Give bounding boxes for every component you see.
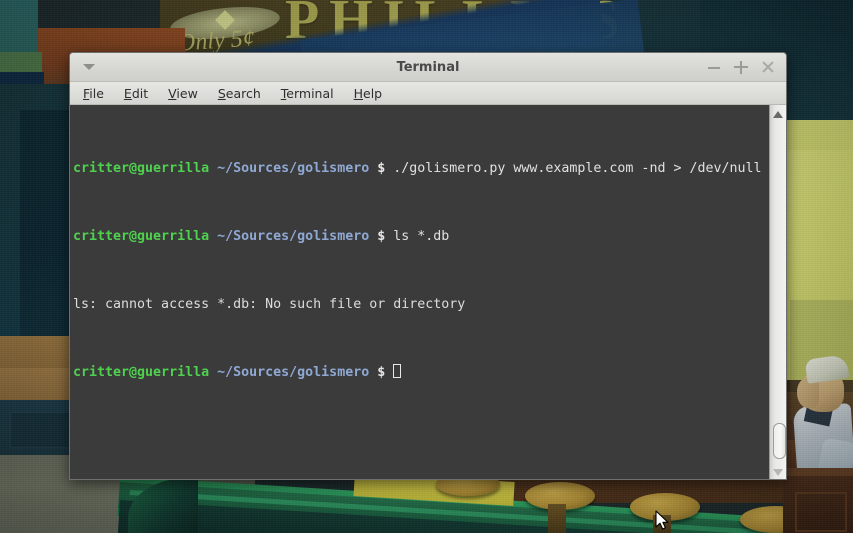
terminal-line: critter@guerrilla ~/Sources/golismero $ … [73,228,769,245]
menu-item-help[interactable]: Help [351,85,386,102]
scroll-thumb[interactable] [773,423,786,459]
terminal-line: critter@guerrilla ~/Sources/golismero $ [73,364,769,381]
window-title: Terminal [396,59,460,75]
menu-help-mnemonic: H [353,85,364,101]
scroll-down-arrow-icon[interactable] [773,469,783,476]
window-titlebar[interactable]: Terminal [70,53,786,82]
terminal-line: critter@guerrilla ~/Sources/golismero $ … [73,160,769,177]
menu-bar: File Edit View Search Terminal Help [70,82,786,105]
wallpaper-right-counter-panel [795,492,847,532]
menu-file-rest: ile [89,85,104,101]
menu-item-terminal[interactable]: Terminal [278,85,337,102]
maximize-icon[interactable] [733,59,749,75]
wallpaper-right-counter-top [783,468,853,476]
terminal-scrollbar[interactable] [769,105,786,479]
menu-item-file[interactable]: File [80,85,107,102]
menu-item-search[interactable]: Search [215,85,264,102]
menu-edit-mnemonic: E [123,85,132,101]
prompt-user-host: critter@guerrilla [73,229,210,244]
wallpaper-bar-stool-2-leg [653,515,671,533]
terminal-screen[interactable]: critter@guerrilla ~/Sources/golismero $ … [70,105,769,479]
terminal-command: ./golismero.py www.example.com -nd > /de… [393,161,762,176]
terminal-body: critter@guerrilla ~/Sources/golismero $ … [70,105,786,479]
menu-search-mnemonic: S [217,85,226,101]
chevron-down-icon [83,64,95,70]
menu-item-edit[interactable]: Edit [121,85,151,102]
terminal-line: ls: cannot access *.db: No such file or … [73,296,769,313]
scroll-up-arrow-icon[interactable] [773,111,783,118]
prompt-path: ~/Sources/golismero [217,365,370,380]
menu-help-rest: elp [363,85,383,101]
menu-terminal-rest: erminal [286,85,334,101]
terminal-output-text: ls: cannot access *.db: No such file or … [73,297,466,312]
terminal-command: ls *.db [393,229,450,244]
prompt-space3 [385,365,393,380]
terminal-window[interactable]: Terminal File Edit View Search Terminal … [69,52,787,480]
minimize-icon[interactable] [706,59,722,75]
prompt-path: ~/Sources/golismero [217,161,370,176]
menu-search-rest: earch [225,85,261,101]
wallpaper-left-teal-column [0,0,38,60]
prompt-user-host: critter@guerrilla [73,365,210,380]
prompt-user-host: critter@guerrilla [73,161,210,176]
menu-item-view[interactable]: View [165,85,201,102]
window-controls [706,59,786,75]
window-menu-button[interactable] [76,57,102,77]
wallpaper-bar-stool-1-leg [548,504,566,533]
prompt-path: ~/Sources/golismero [217,229,370,244]
terminal-text-cursor [393,364,402,378]
desktop: PHILLIES Only 5¢ [0,0,853,533]
menu-view-rest: iew [176,85,198,101]
close-icon[interactable] [760,59,776,75]
menu-edit-rest: dit [131,85,149,101]
